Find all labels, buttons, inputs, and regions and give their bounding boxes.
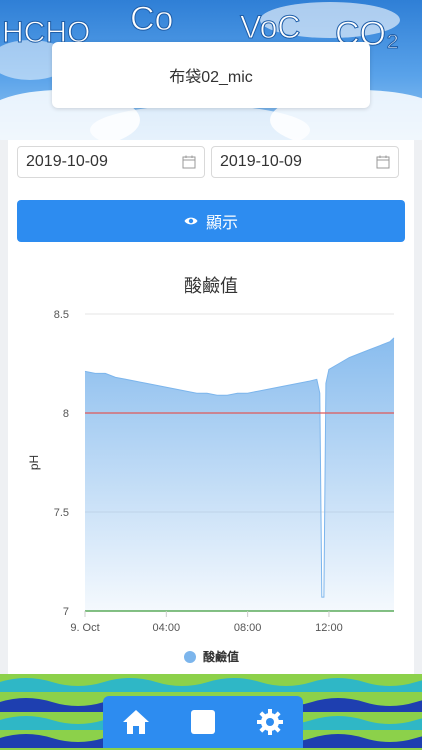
legend[interactable]: 酸鹼值	[184, 649, 239, 664]
banner-word-3: VoC	[240, 9, 300, 45]
series-area	[85, 337, 394, 611]
home-icon	[123, 710, 150, 734]
nav-stop-button[interactable]	[183, 702, 223, 742]
ph-chart: 8.5 8 7.5 7 9. Oct 04:00 08:00 12:00 pH 酸鹼值	[27, 309, 395, 664]
eye-icon	[184, 217, 198, 225]
show-button[interactable]: 顯示	[17, 200, 405, 242]
y-axis-label: pH	[27, 455, 41, 470]
y-tick-label: 8	[63, 408, 69, 420]
nav-home-button[interactable]	[116, 702, 156, 742]
calendar-icon	[182, 155, 196, 169]
x-tick-label: 08:00	[234, 622, 262, 634]
x-tick-label: 12:00	[315, 622, 343, 634]
end-date-value: 2019-10-09	[220, 153, 302, 170]
y-tick-label: 7	[63, 606, 69, 618]
square-icon	[190, 710, 215, 734]
y-tick-label: 7.5	[54, 507, 69, 519]
end-date-field[interactable]: 2019-10-09	[211, 146, 399, 178]
chart-title: 酸鹼值	[184, 276, 238, 296]
calendar-icon	[376, 155, 390, 169]
y-tick-label: 8.5	[54, 309, 69, 321]
gear-icon	[256, 709, 283, 735]
header-banner: HCHO Co VoC CO₂ 布袋02_mic	[0, 0, 422, 140]
start-date-value: 2019-10-09	[26, 153, 108, 170]
show-button-label: 顯示	[205, 215, 238, 232]
x-tick-label: 04:00	[153, 622, 181, 634]
device-title-card: 布袋02_mic	[52, 42, 370, 108]
start-date-field[interactable]: 2019-10-09	[17, 146, 205, 178]
legend-marker	[184, 651, 196, 663]
bottom-nav	[103, 696, 303, 748]
main-content: 2019-10-09 2019-10-09 顯示 酸鹼值 8.5 8 7.5 7…	[8, 140, 414, 674]
banner-word-2: Co	[130, 0, 173, 38]
nav-settings-button[interactable]	[250, 702, 290, 742]
device-title: 布袋02_mic	[169, 69, 253, 86]
legend-label: 酸鹼值	[203, 649, 239, 664]
x-tick-label: 9. Oct	[70, 622, 99, 634]
